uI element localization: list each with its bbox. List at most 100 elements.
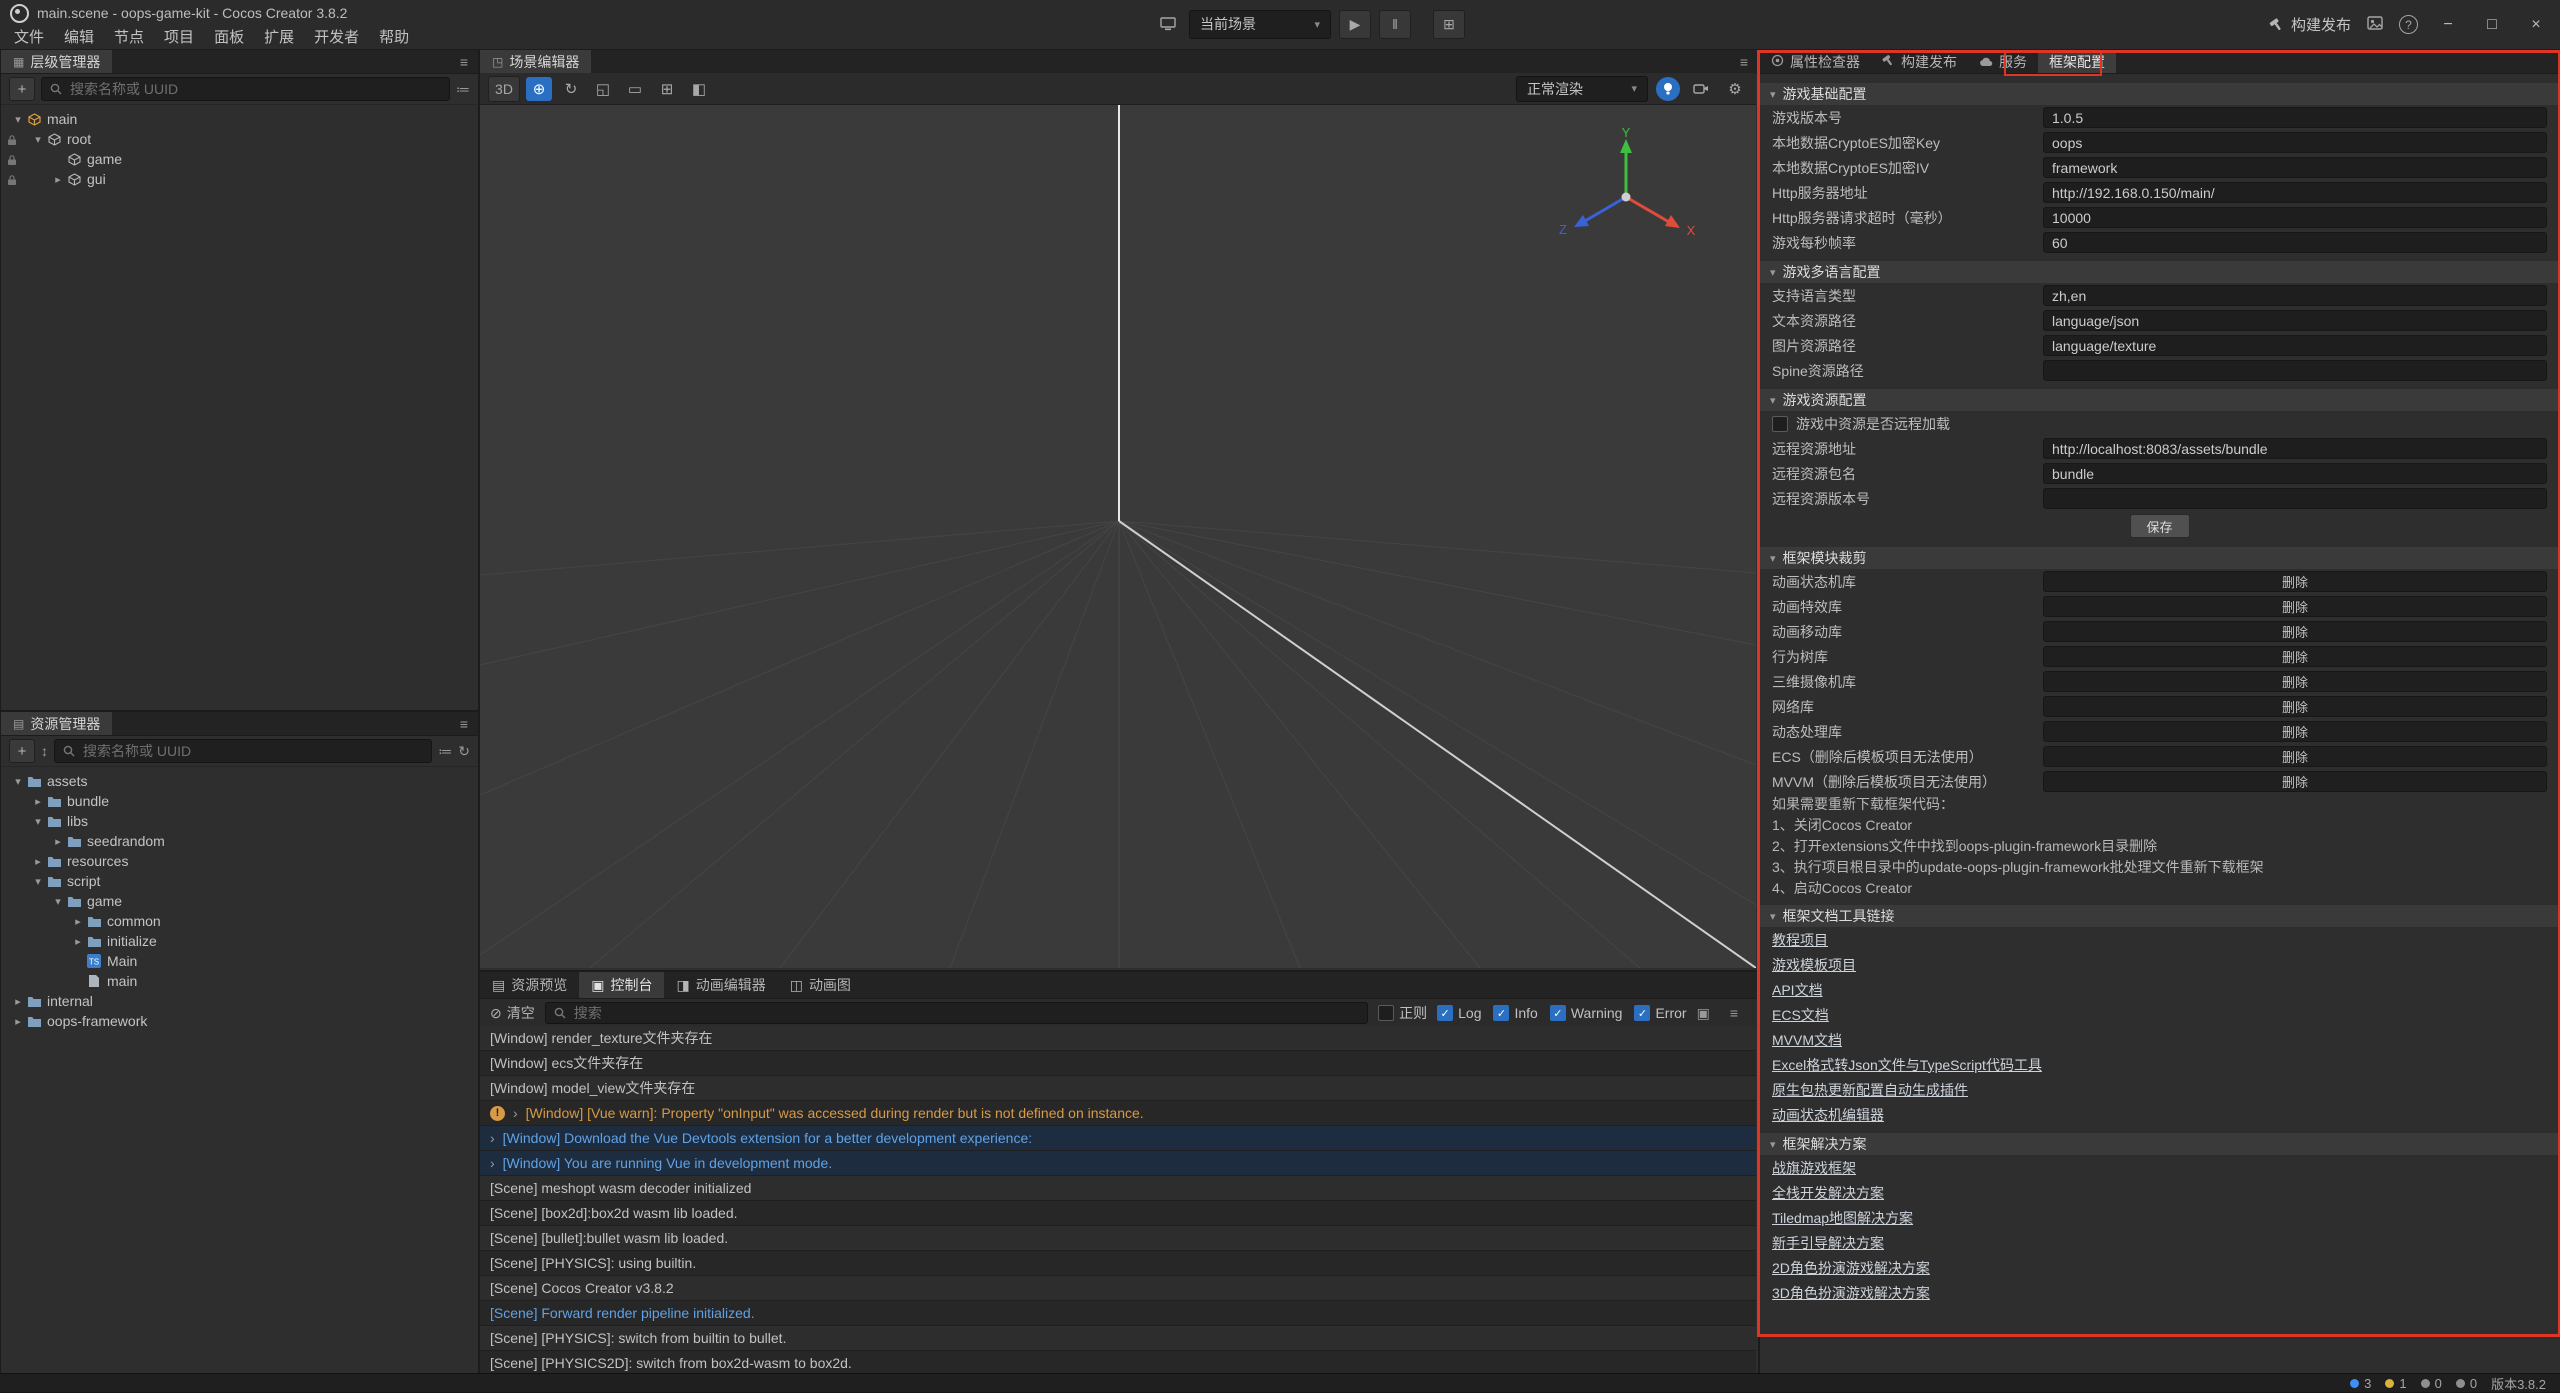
menu-item-开发者[interactable]: 开发者	[304, 26, 369, 49]
chevron-down-icon[interactable]: ▾	[31, 875, 45, 888]
assets-tab[interactable]: ▤ 资源管理器	[1, 712, 112, 735]
delete-button[interactable]: 删除	[2043, 646, 2547, 667]
delete-button[interactable]: 删除	[2043, 721, 2547, 742]
filter-Info-checkbox[interactable]: ✓Info	[1493, 1005, 1537, 1021]
menu-item-帮助[interactable]: 帮助	[369, 26, 419, 49]
console-tab-动画图[interactable]: ◫动画图	[778, 972, 863, 998]
link-游戏模板项目[interactable]: 游戏模板项目	[1772, 952, 2547, 977]
link-ECS文档[interactable]: ECS文档	[1772, 1002, 2547, 1027]
hierarchy-item-gui[interactable]: ▸gui	[1, 169, 478, 189]
lighting-toggle-icon[interactable]	[1656, 77, 1680, 101]
field-input-Http服务器请求超时（毫秒）[interactable]	[2043, 207, 2547, 228]
field-input-支持语言类型[interactable]	[2043, 285, 2547, 306]
camera-settings-icon[interactable]	[1688, 77, 1714, 101]
create-node-button[interactable]: +	[9, 77, 35, 101]
console-log-row[interactable]: [Window] render_texture文件夹存在	[480, 1026, 1756, 1051]
filter-Error-checkbox[interactable]: ✓Error	[1634, 1005, 1686, 1021]
chevron-down-icon[interactable]: ▾	[51, 895, 65, 908]
gizmo-pivot-icon[interactable]: ⊞	[654, 77, 680, 101]
assets-item-main[interactable]: main	[1, 971, 478, 991]
console-log-row[interactable]: [Scene] [PHYSICS2D]: switch from box2d-w…	[480, 1351, 1756, 1374]
panel-menu-icon[interactable]: ≡	[450, 54, 478, 70]
chevron-right-icon[interactable]: ›	[490, 1155, 495, 1171]
rotate-tool-icon[interactable]: ↻	[558, 77, 584, 101]
chevron-right-icon[interactable]: ›	[513, 1105, 518, 1121]
link-原生包热更新配置自动生成插件[interactable]: 原生包热更新配置自动生成插件	[1772, 1077, 2547, 1102]
chevron-right-icon[interactable]: ▸	[31, 795, 45, 808]
assets-item-common[interactable]: ▸common	[1, 911, 478, 931]
assets-item-assets[interactable]: ▾assets	[1, 771, 478, 791]
link-Tiledmap地图解决方案[interactable]: Tiledmap地图解决方案	[1772, 1205, 2547, 1230]
maximize-button[interactable]: □	[2478, 16, 2506, 34]
menu-item-文件[interactable]: 文件	[4, 26, 54, 49]
field-input-Http服务器地址[interactable]	[2043, 182, 2547, 203]
console-log-row[interactable]: [Scene] [PHYSICS]: switch from builtin t…	[480, 1326, 1756, 1351]
play-button[interactable]: ▶	[1339, 10, 1371, 39]
menu-item-编辑[interactable]: 编辑	[54, 26, 104, 49]
menu-item-面板[interactable]: 面板	[204, 26, 254, 49]
chevron-right-icon[interactable]: ▸	[31, 855, 45, 868]
link-战旗游戏框架[interactable]: 战旗游戏框架	[1772, 1155, 2547, 1180]
inspector-tab-属性检查器[interactable]: 属性检查器	[1760, 50, 1871, 73]
link-Excel格式转Json文件与TypeScript代码工具[interactable]: Excel格式转Json文件与TypeScript代码工具	[1772, 1052, 2547, 1077]
chevron-right-icon[interactable]: ▸	[51, 835, 65, 848]
assets-item-Main[interactable]: TSMain	[1, 951, 478, 971]
hierarchy-item-game[interactable]: game	[1, 149, 478, 169]
lock-icon[interactable]	[7, 133, 17, 149]
assets-item-script[interactable]: ▾script	[1, 871, 478, 891]
panel-menu-icon[interactable]: ≡	[450, 716, 478, 732]
assets-item-game[interactable]: ▾game	[1, 891, 478, 911]
assets-search-input[interactable]	[81, 742, 423, 760]
create-asset-button[interactable]: +	[9, 739, 35, 763]
console-search-input[interactable]	[572, 1004, 1359, 1022]
hierarchy-item-main[interactable]: ▾main	[1, 109, 478, 129]
delete-button[interactable]: 删除	[2043, 771, 2547, 792]
preview-target-icon[interactable]	[1155, 12, 1181, 36]
link-教程项目[interactable]: 教程项目	[1772, 927, 2547, 952]
delete-button[interactable]: 删除	[2043, 596, 2547, 617]
delete-button[interactable]: 删除	[2043, 746, 2547, 767]
link-全栈开发解决方案[interactable]: 全栈开发解决方案	[1772, 1180, 2547, 1205]
status-count-0[interactable]: 3	[2350, 1376, 2371, 1391]
assets-item-bundle[interactable]: ▸bundle	[1, 791, 478, 811]
gear-icon[interactable]: ⚙	[1722, 77, 1748, 101]
link-2D角色扮演游戏解决方案[interactable]: 2D角色扮演游戏解决方案	[1772, 1255, 2547, 1280]
scene-viewport[interactable]: Y X Z	[480, 105, 1756, 968]
step-button[interactable]: ‖	[1379, 10, 1411, 39]
panel-menu-icon[interactable]: ≡	[1730, 54, 1758, 70]
delete-button[interactable]: 删除	[2043, 671, 2547, 692]
menu-item-扩展[interactable]: 扩展	[254, 26, 304, 49]
console-tab-动画编辑器[interactable]: ◨动画编辑器	[664, 972, 777, 998]
collapse-logs-icon[interactable]: ▣	[1697, 1005, 1710, 1022]
move-tool-icon[interactable]: ⊕	[526, 77, 552, 101]
assets-item-seedrandom[interactable]: ▸seedrandom	[1, 831, 478, 851]
console-log-row[interactable]: [Scene] Forward render pipeline initiali…	[480, 1301, 1756, 1326]
chevron-right-icon[interactable]: ▸	[71, 935, 85, 948]
chevron-right-icon[interactable]: ›	[490, 1130, 495, 1146]
console-log-row[interactable]: [Scene] [bullet]:bullet wasm lib loaded.	[480, 1226, 1756, 1251]
regex-checkbox[interactable]: 正则	[1378, 1003, 1427, 1023]
console-searchbox[interactable]	[545, 1002, 1368, 1024]
console-log-row[interactable]: ›[Window] Download the Vue Devtools exte…	[480, 1126, 1756, 1151]
filter-icon[interactable]: ≔	[438, 743, 452, 760]
console-log-row[interactable]: [Window] ecs文件夹存在	[480, 1051, 1756, 1076]
field-input-Spine资源路径[interactable]	[2043, 360, 2547, 381]
hierarchy-item-root[interactable]: ▾root	[1, 129, 478, 149]
field-input-图片资源路径[interactable]	[2043, 335, 2547, 356]
render-mode-dropdown[interactable]: 正常渲染 ▾	[1516, 76, 1648, 102]
hierarchy-search-input[interactable]	[68, 80, 441, 98]
clear-console-button[interactable]: ⊘ 清空	[490, 1003, 535, 1023]
assets-item-internal[interactable]: ▸internal	[1, 991, 478, 1011]
inspector-tab-构建发布[interactable]: 构建发布	[1871, 50, 1968, 73]
layout-grid-button[interactable]: ⊞	[1433, 10, 1465, 39]
section-header-框架模块裁剪[interactable]: ▾框架模块裁剪	[1760, 547, 2559, 569]
assets-searchbox[interactable]	[54, 739, 432, 763]
build-publish-button[interactable]: 构建发布	[2269, 14, 2351, 35]
screenshot-icon[interactable]	[2367, 16, 2383, 34]
snap-tool-icon[interactable]: ◧	[686, 77, 712, 101]
section-header-游戏资源配置[interactable]: ▾游戏资源配置	[1760, 389, 2559, 411]
axis-gizmo[interactable]: Y X Z	[1541, 127, 1711, 267]
filter-icon[interactable]: ≔	[456, 81, 470, 98]
filter-Warning-checkbox[interactable]: ✓Warning	[1550, 1005, 1623, 1021]
link-3D角色扮演游戏解决方案[interactable]: 3D角色扮演游戏解决方案	[1772, 1280, 2547, 1305]
